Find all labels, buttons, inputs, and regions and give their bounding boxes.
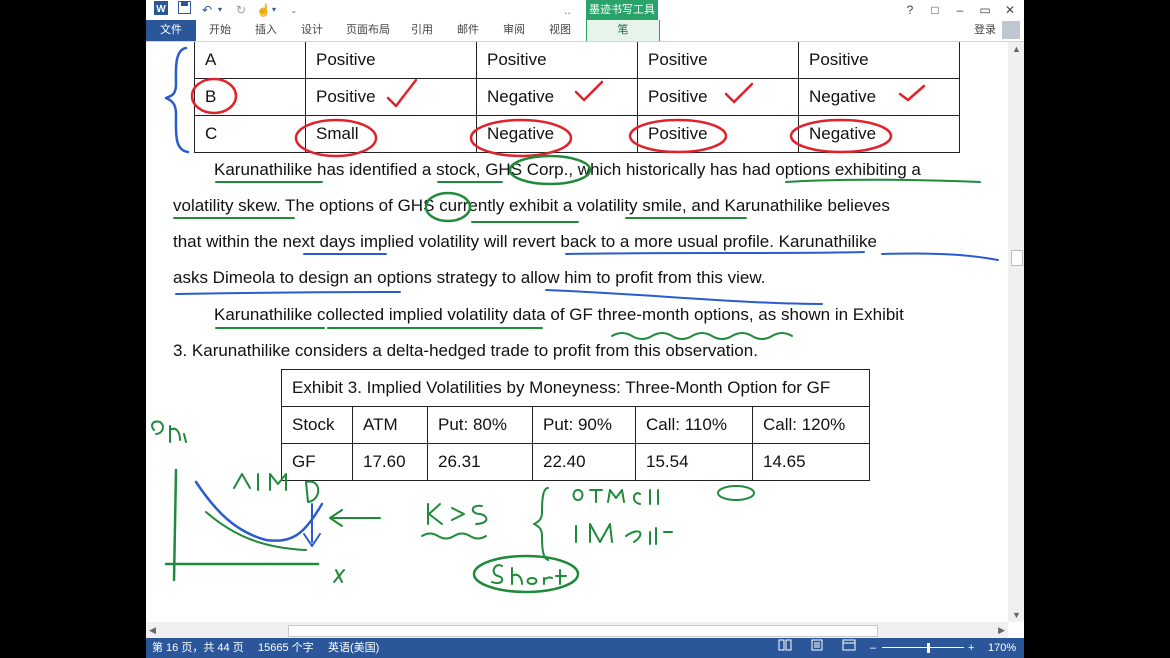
table-cell: Positive: [798, 42, 960, 79]
table-cell: Negative: [798, 78, 960, 116]
vertical-scroll-thumb[interactable]: [1011, 250, 1023, 266]
table-header-cell: Put: 80%: [427, 406, 533, 444]
print-layout-icon[interactable]: [810, 638, 824, 658]
table-header-cell: ATM: [352, 406, 428, 444]
title-bar: W ↶ ▾ ↻ ☝ ▾ ⌄ .. 墨迹书写工具 ? □ – ▭ ✕: [146, 0, 1024, 20]
web-layout-icon[interactable]: [842, 638, 856, 658]
undo-dropdown-icon[interactable]: ▾: [218, 1, 222, 19]
table-cell: GF: [281, 443, 353, 481]
help-button[interactable]: ?: [899, 0, 921, 20]
table-cell: 15.54: [635, 443, 753, 481]
table-header-cell: Stock: [281, 406, 353, 444]
table-cell: Positive: [637, 78, 799, 116]
tab-references[interactable]: 引用: [404, 20, 440, 41]
zoom-slider[interactable]: [882, 647, 964, 648]
touch-dropdown-icon[interactable]: ▾: [272, 1, 276, 19]
sign-in-link[interactable]: 登录: [974, 20, 996, 41]
document-page[interactable]: A Positive Positive Positive Positive B …: [146, 42, 1008, 622]
table-cell: Negative: [798, 115, 960, 153]
zoom-in-icon[interactable]: +: [968, 638, 974, 658]
table-cell: Negative: [476, 115, 638, 153]
table-cell: Negative: [476, 78, 638, 116]
avatar[interactable]: [1002, 21, 1020, 39]
paragraph-line: Karunathilike collected implied volatili…: [214, 305, 904, 324]
word-count[interactable]: 15665 个字: [258, 638, 314, 658]
table-cell: 14.65: [752, 443, 870, 481]
redo-icon[interactable]: ↻: [236, 1, 246, 19]
scenario-table: A Positive Positive Positive Positive B …: [194, 42, 960, 153]
table-cell: Positive: [305, 78, 477, 116]
tab-mailings[interactable]: 邮件: [450, 20, 486, 41]
ribbon-tabs: 文件 开始 插入 设计 页面布局 引用 邮件 审阅 视图 笔 登录: [146, 20, 1024, 42]
table-cell: C: [194, 115, 306, 153]
scroll-up-icon[interactable]: ▲: [1012, 44, 1021, 54]
tab-view[interactable]: 视图: [542, 20, 578, 41]
word-logo-icon: W: [154, 1, 168, 19]
vertical-scrollbar[interactable]: ▲ ▼: [1008, 42, 1024, 622]
table-header-cell: Put: 90%: [532, 406, 636, 444]
exhibit-table: Exhibit 3. Implied Volatilities by Money…: [281, 369, 870, 481]
title-ellipsis: ..: [564, 3, 571, 17]
read-mode-icon[interactable]: [778, 638, 792, 658]
table-cell: Positive: [637, 42, 799, 79]
table-cell: 26.31: [427, 443, 533, 481]
table-cell: 22.40: [532, 443, 636, 481]
paragraph-line: 3. Karunathilike considers a delta-hedge…: [173, 341, 758, 360]
table-row: A Positive Positive Positive Positive: [194, 42, 960, 79]
exhibit-title: Exhibit 3. Implied Volatilities by Money…: [281, 369, 870, 407]
paragraph-line: volatility skew. The options of GHS curr…: [173, 196, 890, 215]
svg-text:W: W: [156, 4, 166, 15]
scroll-left-icon[interactable]: ◀: [149, 625, 156, 636]
table-cell: A: [194, 42, 306, 79]
paragraph-line: Karunathilike has identified a stock, GH…: [214, 160, 921, 179]
scroll-down-icon[interactable]: ▼: [1012, 610, 1021, 620]
table-row: C Small Negative Positive Negative: [194, 115, 960, 153]
tab-page-layout[interactable]: 页面布局: [340, 20, 396, 41]
ribbon-display-button[interactable]: □: [924, 0, 946, 20]
table-cell: 17.60: [352, 443, 428, 481]
paragraph-line: asks Dimeola to design an options strate…: [173, 268, 766, 287]
save-icon[interactable]: [178, 1, 191, 19]
paragraph-line: that within the next days implied volati…: [173, 232, 877, 251]
table-row: Exhibit 3. Implied Volatilities by Money…: [281, 369, 870, 407]
ink-tools-group-label: 墨迹书写工具: [586, 0, 658, 20]
word-window: W ↶ ▾ ↻ ☝ ▾ ⌄ .. 墨迹书写工具 ? □ – ▭ ✕ 文件 开始 …: [146, 0, 1024, 658]
status-bar: 第 16 页，共 44 页 15665 个字 英语(美国) – + 170%: [146, 638, 1024, 658]
table-header-cell: Call: 120%: [752, 406, 870, 444]
tab-pen[interactable]: 笔: [586, 20, 660, 41]
tab-review[interactable]: 审阅: [496, 20, 532, 41]
tab-file[interactable]: 文件: [146, 20, 196, 41]
language-indicator[interactable]: 英语(美国): [328, 638, 379, 658]
table-cell: Small: [305, 115, 477, 153]
tab-design[interactable]: 设计: [294, 20, 330, 41]
table-cell: Positive: [637, 115, 799, 153]
scroll-right-icon[interactable]: ▶: [998, 625, 1005, 636]
zoom-slider-thumb[interactable]: [927, 643, 930, 653]
touch-mode-icon[interactable]: ☝: [256, 1, 271, 19]
table-row: Stock ATM Put: 80% Put: 90% Call: 110% C…: [281, 406, 870, 444]
tab-home[interactable]: 开始: [202, 20, 238, 41]
zoom-level[interactable]: 170%: [988, 638, 1016, 658]
table-cell: B: [194, 78, 306, 116]
page-count[interactable]: 第 16 页，共 44 页: [152, 638, 244, 658]
minimize-button[interactable]: –: [949, 0, 971, 20]
table-cell: Positive: [305, 42, 477, 79]
customize-toolbar-icon[interactable]: ⌄: [290, 1, 298, 19]
table-row: GF 17.60 26.31 22.40 15.54 14.65: [281, 443, 870, 481]
horizontal-scrollbar[interactable]: ◀ ▶: [146, 622, 1008, 638]
table-row: B Positive Negative Positive Negative: [194, 78, 960, 116]
table-cell: Positive: [476, 42, 638, 79]
zoom-out-icon[interactable]: –: [870, 638, 876, 658]
horizontal-scroll-thumb[interactable]: [288, 625, 878, 637]
close-button[interactable]: ✕: [999, 0, 1021, 20]
undo-icon[interactable]: ↶: [202, 1, 212, 19]
table-header-cell: Call: 110%: [635, 406, 753, 444]
tab-insert[interactable]: 插入: [248, 20, 284, 41]
maximize-button[interactable]: ▭: [974, 0, 996, 20]
